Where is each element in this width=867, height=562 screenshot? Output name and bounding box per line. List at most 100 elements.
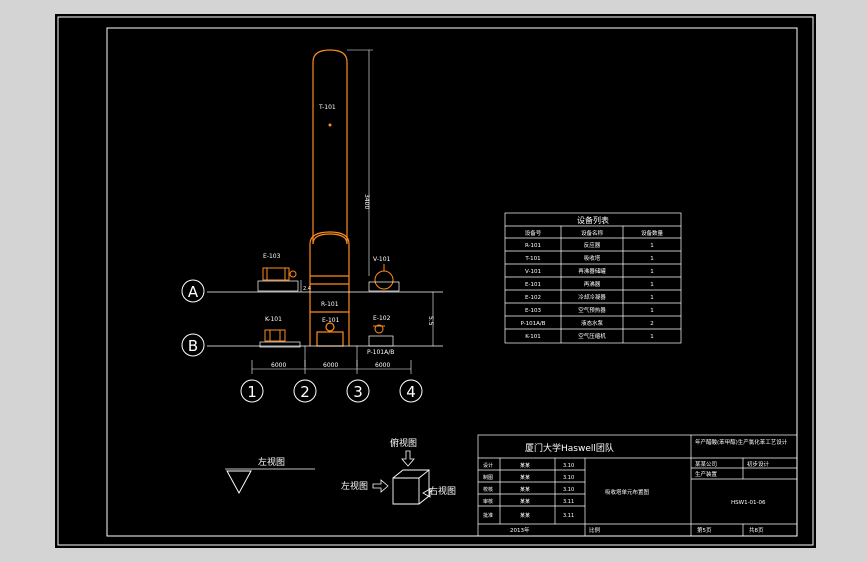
elevation-lower-text: 2.4 <box>303 286 311 292</box>
role-label: 批准 <box>483 512 493 519</box>
table-cell: 液态水泵 <box>581 319 604 327</box>
left-view-symbol: 左视图 <box>225 456 315 495</box>
table-row: P-101A/B 液态水泵 2 <box>520 319 653 327</box>
table-cell: 1 <box>650 334 654 340</box>
axis-bubble-3: 3 <box>346 379 370 403</box>
axis-bubble-b-label: B <box>188 337 198 355</box>
sign-date: 3.11 <box>563 513 574 519</box>
span-text-2: 6000 <box>323 362 338 369</box>
signer-name: 某某 <box>520 463 530 469</box>
label-t101: T-101 <box>318 104 336 111</box>
left-view-arrow-icon <box>372 479 389 493</box>
sheet-number: 第5页 <box>697 526 712 534</box>
table-row: E-103 空气预热器 1 <box>525 306 654 314</box>
table-cell: P-101A/B <box>520 321 545 327</box>
design-stage: 初步设计 <box>747 460 770 468</box>
sign-date: 3.11 <box>563 499 574 505</box>
table-cell: 吸收塔 <box>584 254 601 262</box>
table-row: T-101 吸收塔 1 <box>524 254 653 262</box>
drawing-canvas: T-101 R-101 E-101 3400 E-103 V-101 K-101… <box>55 14 816 548</box>
table-row: V-101 再沸器储罐 1 <box>525 267 654 275</box>
label-e102: E-102 <box>373 315 391 322</box>
table-cell: 1 <box>650 308 654 314</box>
table-header-name: 设备名称 <box>581 229 604 237</box>
table-cell: 1 <box>650 295 654 301</box>
tower-height-text: 3400 <box>363 194 370 209</box>
label-v101: V-101 <box>373 256 391 263</box>
table-cell: 空气压缩机 <box>578 332 606 340</box>
table-cell: 2 <box>650 321 654 327</box>
total-sheets: 共8页 <box>749 526 764 534</box>
table-cell: K-101 <box>525 334 541 340</box>
table-row: R-101 反应器 1 <box>525 241 654 249</box>
sign-date: 3.10 <box>563 475 574 481</box>
axis-bubble-3-label: 3 <box>353 383 363 401</box>
label-p101: P-101A/B <box>367 349 394 356</box>
cooler-e102 <box>373 324 385 334</box>
signer-name: 某某 <box>520 487 530 493</box>
left-view-symbol-label: 左视图 <box>258 456 285 468</box>
span-text-3: 6000 <box>375 362 390 369</box>
v101-foundation <box>368 281 400 292</box>
team-name: 厦门大学Haswell团队 <box>525 442 614 454</box>
role-label: 设计 <box>483 462 493 469</box>
label-e103: E-103 <box>263 253 281 260</box>
scale: 比例 <box>589 526 601 534</box>
table-cell: 空气预热器 <box>578 306 606 314</box>
table-cell: E-102 <box>525 295 541 301</box>
table-cell: E-101 <box>525 282 541 288</box>
vessel-v101 <box>374 264 394 290</box>
top-view-label: 俯视图 <box>390 437 417 449</box>
table-row: E-102 冷却冷凝器 1 <box>525 293 654 301</box>
e103-foundation <box>257 280 299 292</box>
table-cell: E-103 <box>525 308 541 314</box>
cad-drawing: T-101 R-101 E-101 3400 E-103 V-101 K-101… <box>57 16 814 546</box>
label-e101: E-101 <box>322 317 340 324</box>
right-view-label: 右视图 <box>429 485 456 497</box>
label-k101: K-101 <box>265 316 282 323</box>
inner-frame <box>106 27 798 537</box>
role-label: 制图 <box>483 474 493 481</box>
top-view-arrow-icon <box>401 450 415 467</box>
table-row: E-101 再沸器 1 <box>525 280 654 288</box>
table-cell: 再沸器储罐 <box>578 267 606 275</box>
span-text-1: 6000 <box>271 362 286 369</box>
e102-foundation <box>368 335 394 347</box>
axis-bubble-1-label: 1 <box>247 383 257 401</box>
axis-bubble-2-label: 2 <box>300 383 310 401</box>
label-r101: R-101 <box>321 301 339 308</box>
compressor-k101 <box>264 329 286 342</box>
drawing-number: HSW1-01-06 <box>731 500 766 506</box>
role-label: 校核 <box>483 486 493 493</box>
department: 生产装置 <box>695 470 718 478</box>
table-header-code: 设备号 <box>525 229 542 237</box>
axis-bubble-a: A <box>181 279 205 303</box>
signer-name: 某某 <box>520 475 530 481</box>
table-cell: V-101 <box>525 269 541 275</box>
table-cell: T-101 <box>524 256 540 262</box>
orientation-cube: 俯视图 左视图 右视图 <box>341 437 456 505</box>
project-title: 年产醋酸(苯甲醇)生产氯化苯工艺设计 <box>695 438 788 446</box>
axis-bubble-2: 2 <box>293 379 317 403</box>
axis-bubble-1: 1 <box>240 379 264 403</box>
year: 2013年 <box>510 526 530 534</box>
table-cell: 1 <box>650 256 654 262</box>
table-cell: 1 <box>650 269 654 275</box>
table-cell: 1 <box>650 282 654 288</box>
drawing-name: 吸收塔单元布置图 <box>605 488 650 496</box>
elevation-upper-text: 5.5 <box>427 316 434 326</box>
table-cell: 反应器 <box>584 241 601 249</box>
axis-bubble-a-label: A <box>188 283 199 301</box>
sign-date: 3.10 <box>563 463 574 469</box>
axis-bubble-b: B <box>181 333 205 357</box>
role-label: 审核 <box>483 498 493 505</box>
left-view-label: 左视图 <box>341 480 368 492</box>
table-header-qty: 设备数量 <box>641 229 664 237</box>
table-cell: 1 <box>650 243 654 249</box>
axis-bubble-4-label: 4 <box>406 383 416 401</box>
sign-date: 3.10 <box>563 487 574 493</box>
signer-name: 某某 <box>520 499 530 505</box>
table-row: K-101 空气压缩机 1 <box>525 332 654 340</box>
table-cell: 冷却冷凝器 <box>578 293 606 301</box>
exchanger-e103 <box>262 267 297 281</box>
